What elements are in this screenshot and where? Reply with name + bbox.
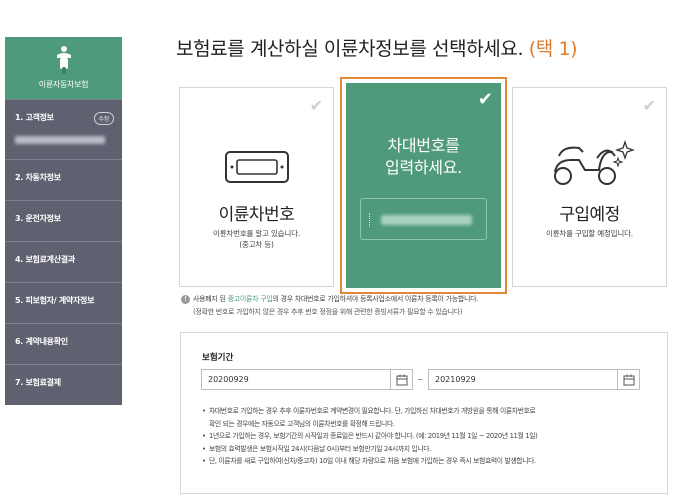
sidebar-item-label: 5. 피보험자/ 계약자정보	[15, 296, 95, 305]
sidebar-item-driver-info[interactable]: 3. 운전자정보	[5, 200, 122, 241]
info-icon: !	[181, 294, 190, 304]
card-title: 구입예정	[559, 205, 620, 225]
note-item-cont: 확인 되는 경우에는 자동으로 고객님의 이륜차번호를 확정해 드립니다.	[209, 419, 395, 428]
date-range-separator: ~	[417, 375, 424, 384]
masked-customer-name	[15, 136, 105, 144]
calendar-icon[interactable]	[390, 370, 412, 389]
card-desc-line: 이륜차를 구입할 예정입니다.	[546, 229, 633, 238]
note-item: 1년으로 가입하는 경우, 보험기간의 시작일과 종료일은 반드시 같아야 합니…	[202, 430, 657, 443]
chassis-number-input[interactable]	[360, 198, 487, 240]
calendar-icon[interactable]	[617, 370, 639, 389]
scooter-sparkle-icon	[554, 139, 635, 185]
input-marker	[369, 213, 375, 227]
page-title-pick: (택 1)	[528, 38, 578, 60]
insurance-period-label: 보험기간	[202, 353, 234, 363]
scooter-logo-icon	[56, 46, 71, 74]
sidebar-item-contract-check[interactable]: 6. 계약내용확인	[5, 323, 122, 364]
card-title: 이륜차번호	[218, 205, 295, 225]
edit-badge[interactable]: 수정	[93, 112, 114, 125]
page-title-text: 보험료를 계산하실 이륜차정보를 선택하세요.	[176, 38, 524, 60]
option-card-chassis-body: ✔ 차대번호를 입력하세요.	[346, 83, 501, 288]
sidebar-item-label: 4. 보험료계산결과	[15, 255, 75, 264]
sidebar-item-payment[interactable]: 7. 보험료결제	[5, 364, 122, 405]
end-date-value: 20210929	[435, 375, 476, 384]
notice-subtext: (정확한 번호로 가입하지 않은 경우 추후 번호 정정을 위해 관련한 증빙서…	[193, 308, 463, 316]
card-desc: 이륜차번호를 알고 있습니다. (중고차 등)	[180, 228, 333, 250]
sidebar-item-label: 7. 보험료결제	[15, 378, 61, 387]
sidebar-item-premium-result[interactable]: 4. 보험료계산결과	[5, 241, 122, 282]
license-plate-icon	[225, 151, 289, 183]
sidebar-brand: 이륜자동차보험	[38, 80, 89, 89]
card-desc-line: (중고차 등)	[239, 240, 274, 249]
check-icon: ✔	[477, 89, 493, 110]
sidebar-item-label: 1. 고객정보	[15, 113, 54, 122]
sidebar-item-insured-info[interactable]: 5. 피보험자/ 계약자정보	[5, 282, 122, 323]
card-prompt-line: 입력하세요.	[385, 158, 462, 177]
insurance-period-panel: 보험기간 20200929 ~ 20210929 차대번호로 가입하는 경우 추…	[180, 332, 668, 494]
masked-chassis-number	[381, 215, 472, 225]
card-prompt: 차대번호를 입력하세요.	[346, 135, 501, 179]
sidebar-item-label: 3. 운전자정보	[15, 214, 61, 223]
notice-rest: 의 경우 차대번호로 가입하셔야 등록사업소에서 이륜차 등록이 가능합니다.	[272, 295, 479, 303]
note-item: 보험의 효력발생은 보험시작일 24시(다음날 0시)부터 보험만기일 24시까…	[202, 443, 657, 456]
notice-highlight: 중고이륜차 구입	[227, 295, 273, 303]
period-notes: 차대번호로 가입하는 경우 추후 이륜차번호로 계약변경이 필요합니다. 단, …	[202, 405, 657, 468]
note-item: 차대번호로 가입하는 경우 추후 이륜차번호로 계약변경이 필요합니다. 단, …	[202, 405, 657, 418]
sidebar-item-customer-info[interactable]: 1. 고객정보 수정	[5, 99, 122, 159]
sidebar-item-label: 2. 차동차정보	[15, 173, 61, 182]
check-icon: ✔	[642, 96, 656, 115]
card-desc: 이륜차를 구입할 예정입니다.	[513, 228, 666, 239]
note-item: 단, 이륜차를 새로 구입하여(신차/중고차) 10일 이내 해당 차량으로 처…	[202, 455, 657, 468]
notice-text: ! 사용폐지 된 중고이륜차 구입의 경우 차대번호로 가입하셔야 등록사업소에서…	[181, 294, 479, 304]
check-icon: ✔	[309, 96, 323, 115]
card-desc-line: 이륜차번호를 알고 있습니다.	[213, 229, 300, 238]
option-card-planned-purchase[interactable]: ✔ 구입예정 이륜차를 구입할 예정입니다.	[512, 87, 667, 287]
option-card-chassis-number[interactable]: ✔ 차대번호를 입력하세요.	[340, 77, 507, 294]
sidebar-item-vehicle-info[interactable]: 2. 차동차정보	[5, 159, 122, 200]
sidebar-item-label: 6. 계약내용확인	[15, 337, 68, 346]
start-date-field[interactable]: 20200929	[201, 369, 413, 390]
option-card-plate-number[interactable]: ✔ 이륜차번호 이륜차번호를 알고 있습니다. (중고차 등)	[179, 87, 334, 287]
page-title: 보험료를 계산하실 이륜차정보를 선택하세요. (택 1)	[176, 34, 578, 61]
sidebar: 이륜자동차보험 1. 고객정보 수정 2. 차동차정보 3. 운전자정보 4. …	[5, 37, 122, 405]
notice-prefix: 사용폐지 된	[193, 295, 226, 303]
sidebar-header: 이륜자동차보험	[5, 37, 122, 99]
start-date-value: 20200929	[208, 375, 249, 384]
end-date-field[interactable]: 20210929	[428, 369, 640, 390]
card-prompt-line: 차대번호를	[387, 136, 460, 155]
